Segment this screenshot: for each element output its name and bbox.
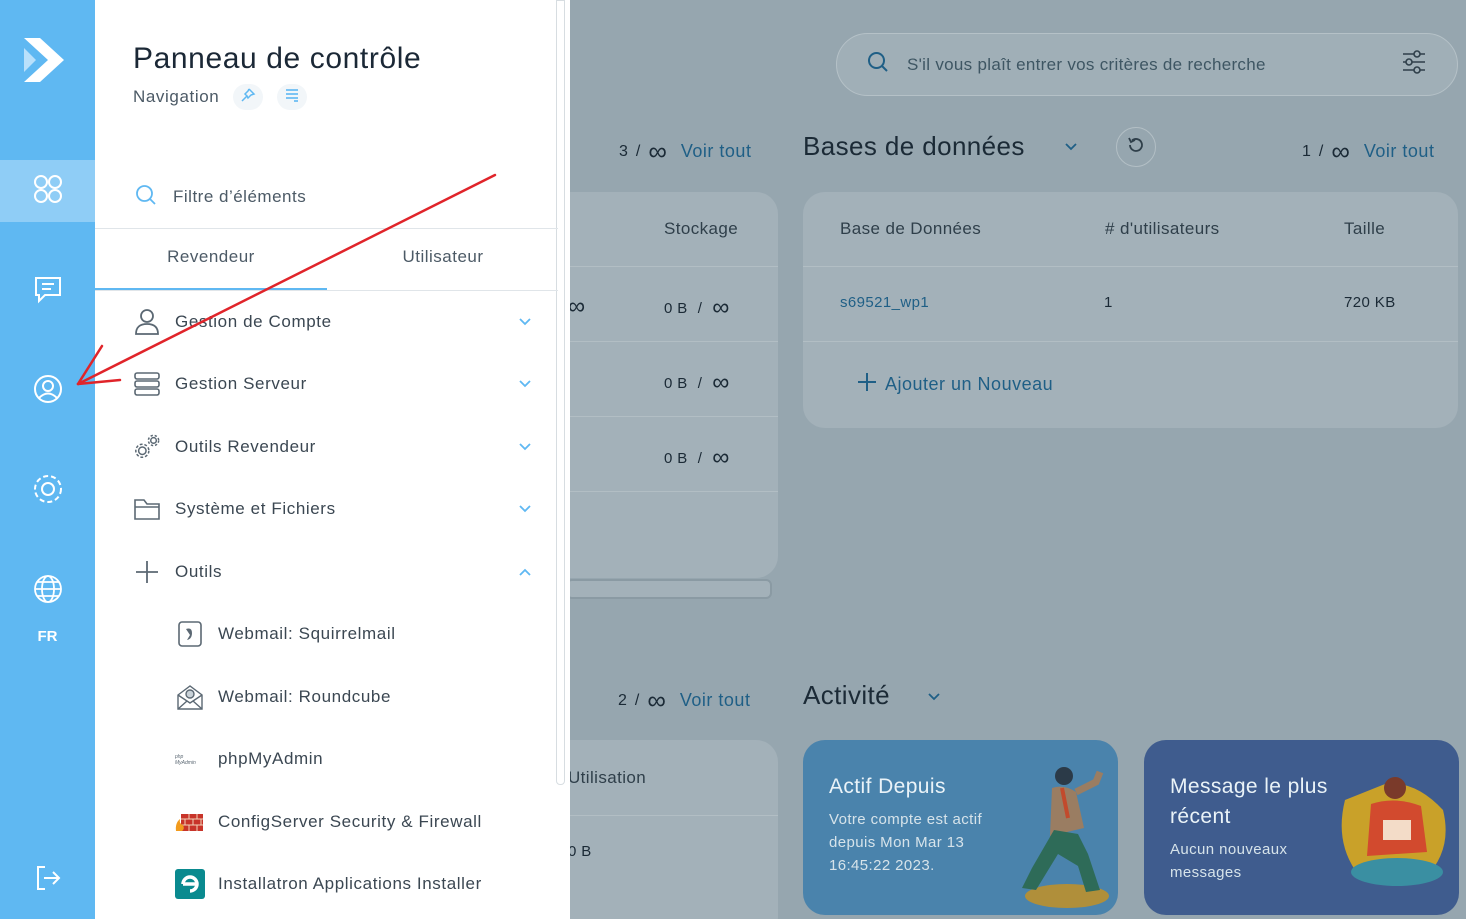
plus-icon [133, 556, 161, 588]
user-icon [133, 306, 161, 338]
chevron-down-icon[interactable] [927, 690, 941, 709]
search-icon [867, 51, 889, 78]
list-icon [284, 87, 300, 108]
illustration-person-icon [992, 758, 1112, 913]
language-code[interactable]: FR [0, 628, 95, 645]
panel-title: Panneau de contrôle [133, 42, 422, 75]
add-new-button[interactable]: Ajouter un Nouveau [857, 372, 1053, 397]
menu-item-reseller-tools[interactable]: Outils Revendeur [133, 427, 533, 467]
menu-item-server-management[interactable]: Gestion Serveur [133, 364, 533, 404]
activity-title: Activité [803, 680, 891, 710]
menu-item-system-files[interactable]: Système et Fichiers [133, 489, 533, 529]
svg-text:MyAdmin: MyAdmin [175, 760, 196, 766]
filter-field[interactable] [135, 182, 545, 212]
tab-revendeur[interactable]: Revendeur [95, 247, 327, 291]
menu-item-account-management[interactable]: Gestion de Compte [133, 302, 533, 342]
illustration-reader-icon [1325, 760, 1455, 905]
tool-phpmyadmin[interactable]: php MyAdmin phpMyAdmin [175, 741, 545, 777]
database-users: 1 [1104, 294, 1113, 311]
pin-icon [240, 87, 256, 108]
rail-item-dashboard[interactable] [0, 160, 95, 222]
column-header-database: Base de Données [840, 219, 982, 238]
icon-rail: FR [0, 0, 95, 919]
chevron-up-icon [517, 564, 533, 580]
view-all-link[interactable]: Voir tout [681, 141, 752, 162]
databases-count: 1 / ∞ Voir tout [1302, 136, 1435, 166]
column-header-users: # d'utilisateurs [1105, 219, 1220, 238]
server-icon [133, 368, 161, 400]
rail-item-messages[interactable] [0, 260, 95, 322]
rail-item-logout[interactable] [0, 849, 95, 911]
settings-gear-icon [32, 473, 64, 510]
search-placeholder[interactable]: S'il vous plaît entrer vos critères de r… [907, 55, 1401, 75]
view-all-link[interactable]: Voir tout [1364, 141, 1435, 162]
tool-squirrelmail[interactable]: Webmail: Squirrelmail [175, 616, 545, 652]
horizontal-scrollbar[interactable] [566, 579, 772, 599]
app-logo-icon[interactable] [22, 34, 68, 91]
database-size: 720 KB [1344, 294, 1396, 311]
rail-item-settings[interactable] [0, 460, 95, 522]
tool-configserver-firewall[interactable]: ConfigServer Security & Firewall [175, 804, 545, 840]
firewall-icon [175, 807, 205, 837]
search-icon [135, 184, 157, 211]
view-all-link[interactable]: Voir tout [680, 690, 751, 711]
database-name-link[interactable]: s69521_wp1 [840, 294, 929, 311]
tab-utilisateur[interactable]: Utilisateur [327, 247, 559, 291]
storage-cell: 0 B / ∞ [664, 369, 730, 396]
column-header-storage: Stockage [664, 219, 739, 238]
chevron-down-icon [517, 314, 533, 330]
installatron-icon [175, 869, 205, 899]
apps-grid-icon [33, 174, 63, 209]
navigation-panel: Panneau de contrôle Navigation Revendeur… [95, 0, 570, 919]
rail-item-account[interactable] [0, 360, 95, 422]
phpmyadmin-icon: php MyAdmin [175, 744, 205, 774]
plus-icon [857, 372, 877, 397]
message-icon [33, 274, 63, 309]
global-search[interactable]: S'il vous plaît entrer vos critères de r… [836, 33, 1458, 96]
folder-icon [133, 493, 161, 525]
tool-roundcube[interactable]: Webmail: Roundcube [175, 679, 545, 715]
left-bottom-count: 2 / ∞ Voir tout [618, 685, 751, 715]
panel-scrollbar[interactable] [556, 0, 565, 785]
storage-cell: 0 B / ∞ [664, 294, 730, 321]
filter-input[interactable] [173, 187, 503, 207]
tile-title: Message le plus récent [1170, 775, 1328, 828]
chevron-down-icon [517, 376, 533, 392]
panel-subtitle: Navigation [133, 84, 308, 110]
tile-text: Aucun nouveaux messages [1170, 841, 1288, 881]
column-header-size: Taille [1344, 219, 1386, 238]
gears-icon [133, 431, 161, 463]
chevron-down-icon [517, 439, 533, 455]
usage-cell: 0 B [568, 843, 592, 860]
roundcube-icon [175, 682, 205, 712]
partial-limit: ∞ [568, 293, 586, 320]
left-top-count: 3 / ∞ Voir tout [619, 136, 752, 166]
refresh-icon [1126, 135, 1146, 160]
rail-item-language[interactable] [0, 560, 95, 622]
refresh-button[interactable] [1116, 127, 1156, 167]
globe-icon [33, 574, 63, 609]
active-since-tile: Actif Depuis Votre compte est actif depu… [803, 740, 1118, 915]
filter-sliders-icon[interactable] [1401, 49, 1427, 80]
tile-text: Votre compte est actif depuis Mon Mar 13… [829, 811, 983, 874]
list-view-button[interactable] [277, 84, 308, 110]
databases-title: Bases de données [803, 131, 1025, 161]
user-circle-icon [33, 374, 63, 409]
logout-icon [34, 864, 62, 897]
chevron-down-icon[interactable] [1064, 140, 1078, 159]
column-header-usage: Utilisation [568, 768, 647, 787]
squirrelmail-icon [175, 619, 205, 649]
menu-item-tools[interactable]: Outils [133, 552, 533, 592]
storage-cell: 0 B / ∞ [664, 444, 730, 471]
pin-button[interactable] [233, 84, 264, 110]
chevron-down-icon [517, 501, 533, 517]
latest-message-tile: Message le plus récent Aucun nouveaux me… [1144, 740, 1459, 915]
tool-installatron[interactable]: Installatron Applications Installer [175, 866, 545, 902]
